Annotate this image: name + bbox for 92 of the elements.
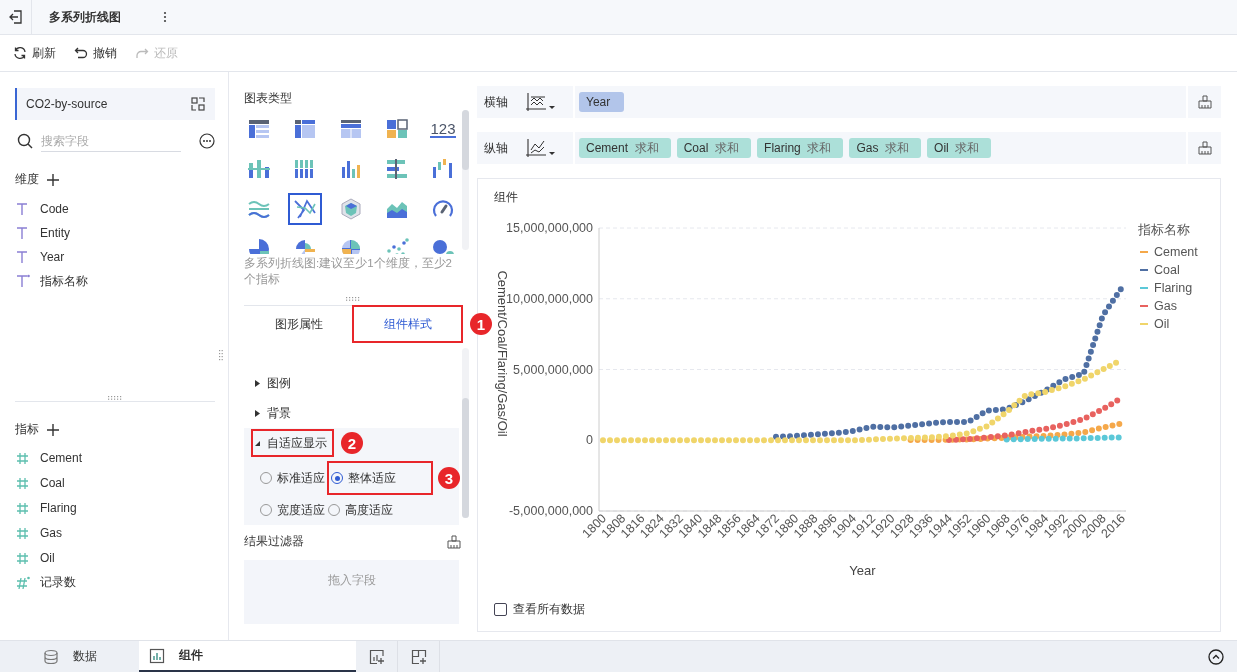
field-chip[interactable]: Cement 求和 <box>579 138 671 158</box>
component-title: 组件 <box>494 189 519 206</box>
undo-icon <box>74 46 88 60</box>
field-chip[interactable]: Flaring 求和 <box>757 138 844 158</box>
grip-icon[interactable] <box>108 396 122 400</box>
y-tick-label: 0 <box>586 433 593 448</box>
radio-option[interactable]: 标准适应 <box>260 468 328 488</box>
text-type-icon <box>16 202 30 216</box>
refresh-icon <box>13 46 27 60</box>
section-title: 结果过滤器 <box>244 533 304 550</box>
switch-icon[interactable] <box>191 97 205 111</box>
legend-label[interactable]: Coal <box>1154 263 1180 277</box>
axis-label: 纵轴 <box>484 139 508 157</box>
field-item[interactable]: Oil <box>15 545 215 570</box>
field-chip[interactable]: Year <box>579 92 625 112</box>
step-badge: 2 <box>341 432 363 454</box>
drop-area[interactable]: Cement 求和 Coal 求和 Flaring 求和 Gas 求和 Oil 求和 <box>575 132 1186 164</box>
number-type-icon <box>16 475 30 490</box>
field-item[interactable]: Coal <box>15 470 215 495</box>
radio-option[interactable]: 宽度适应 <box>260 500 328 520</box>
field-item[interactable]: 记录数 <box>15 570 215 595</box>
triangle-icon <box>254 409 261 417</box>
database-icon <box>42 648 59 665</box>
clear-icon[interactable] <box>447 534 461 549</box>
triangle-icon <box>254 439 261 447</box>
text-type-icon <box>16 226 30 240</box>
view-all-checkbox[interactable]: 查看所有数据 <box>494 601 585 618</box>
grip-icon[interactable] <box>346 297 360 301</box>
section-title: 指标 <box>15 421 39 438</box>
scrollbar[interactable] <box>462 348 469 518</box>
section-toggle[interactable]: 自适应显示 <box>252 430 333 456</box>
number-type-icon <box>16 550 30 565</box>
tab[interactable]: 图形属性 <box>244 306 353 342</box>
section-title: 图表类型 <box>244 90 293 107</box>
text-type-icon <box>16 274 30 288</box>
number-type-icon <box>16 500 30 515</box>
legend-label[interactable]: Gas <box>1154 299 1177 313</box>
scrollbar[interactable] <box>462 110 469 250</box>
collapse-icon[interactable] <box>1208 648 1224 665</box>
field-item[interactable]: Year <box>15 245 215 269</box>
page-title: 多系列折线图 <box>49 8 121 26</box>
add-icon[interactable] <box>47 173 59 186</box>
bar-chart-icon <box>149 647 165 664</box>
refresh-button[interactable]: 刷新 <box>13 44 56 62</box>
field-item[interactable]: Gas <box>15 520 215 545</box>
undo-button[interactable]: 撤销 <box>74 44 117 62</box>
section-title: 维度 <box>15 171 39 188</box>
number-type-icon <box>16 450 30 465</box>
tab[interactable]: 组件样式 <box>353 306 462 342</box>
legend-label[interactable]: Oil <box>1154 317 1170 331</box>
legend-title: 指标名称 <box>1138 223 1190 237</box>
more-icon[interactable] <box>163 11 167 23</box>
step-badge: 1 <box>470 313 492 335</box>
dataset-name: CO2-by-source <box>26 97 108 111</box>
radio-option[interactable]: 高度适应 <box>328 500 396 520</box>
axis-type-icon[interactable] <box>525 92 555 112</box>
legend-label[interactable]: Cement <box>1154 245 1198 259</box>
number-type-icon <box>16 525 30 540</box>
field-item[interactable]: Cement <box>15 445 215 470</box>
bottom-tab[interactable]: 组件 <box>139 641 356 672</box>
legend-label[interactable]: Flaring <box>1154 281 1193 295</box>
search-icon <box>17 133 33 149</box>
field-chip[interactable]: Oil 求和 <box>927 138 992 158</box>
add-icon[interactable] <box>47 423 59 436</box>
clear-icon[interactable] <box>1197 141 1212 155</box>
bottom-tab[interactable]: 数据 <box>0 641 139 672</box>
y-tick-label: 5,000,000,000 <box>513 362 593 377</box>
triangle-icon <box>254 379 261 387</box>
field-item[interactable]: Code <box>15 197 215 221</box>
section-toggle[interactable]: 背景 <box>252 400 297 426</box>
drop-area[interactable]: Year <box>575 86 1186 118</box>
dataset-card[interactable]: CO2-by-source <box>15 88 215 120</box>
clear-icon[interactable] <box>1197 95 1212 109</box>
grip-icon[interactable] <box>219 350 223 362</box>
field-item[interactable]: Flaring <box>15 495 215 520</box>
redo-icon <box>135 46 149 60</box>
field-chip[interactable]: Coal 求和 <box>676 138 752 158</box>
axis-type-icon[interactable] <box>525 138 555 158</box>
text-type-icon <box>16 250 30 264</box>
field-item[interactable]: Entity <box>15 221 215 245</box>
more-options-icon[interactable] <box>199 133 215 149</box>
axis-label: 横轴 <box>484 93 508 111</box>
field-chip[interactable]: Gas 求和 <box>849 138 922 158</box>
hint-text: 多系列折线图:建议至少1个维度，至少2个指标 <box>244 256 453 287</box>
y-tick-label: 15,000,000,000 <box>506 221 593 235</box>
section-toggle[interactable]: 图例 <box>252 370 297 396</box>
x-axis-title: Year <box>849 563 876 578</box>
radio-option[interactable]: 整体适应 <box>328 462 432 494</box>
field-item[interactable]: 指标名称 <box>15 269 215 293</box>
number-type-icon <box>16 575 30 590</box>
step-badge: 3 <box>438 467 460 489</box>
search-field[interactable]: 搜索字段 <box>41 130 181 152</box>
